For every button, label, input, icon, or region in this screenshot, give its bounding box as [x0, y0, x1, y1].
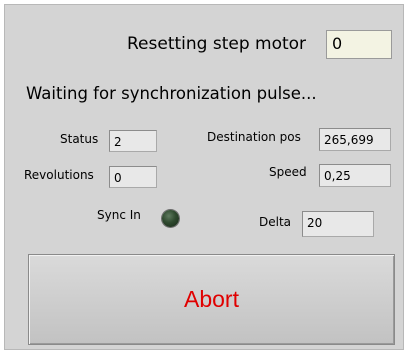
sync-in-label: Sync In: [97, 208, 141, 222]
destination-pos-field: 265,699: [319, 128, 391, 151]
speed-label: Speed: [269, 165, 307, 179]
delta-label: Delta: [259, 215, 292, 229]
status-field: 2: [109, 130, 157, 152]
sync-in-indicator-icon: [162, 210, 179, 227]
motor-reset-panel: Resetting step motor 0 Waiting for synch…: [4, 4, 404, 350]
revolutions-field: 0: [109, 166, 157, 188]
motor-step-value: 0: [326, 30, 392, 59]
status-message: Waiting for synchronization pulse...: [26, 84, 317, 103]
speed-field: 0,25: [319, 164, 391, 187]
abort-button[interactable]: Abort: [28, 254, 395, 345]
motor-step-label: Resetting step motor: [127, 34, 307, 54]
status-label: Status: [60, 132, 99, 146]
revolutions-label: Revolutions: [24, 168, 94, 182]
delta-field: 20: [302, 211, 374, 237]
destination-pos-label: Destination pos: [207, 130, 301, 144]
